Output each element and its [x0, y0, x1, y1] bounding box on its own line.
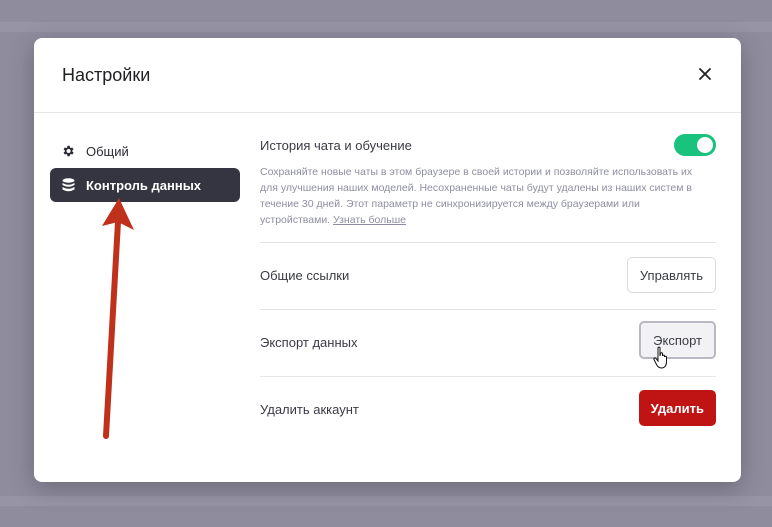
sidebar-item-label: Общий	[86, 143, 129, 159]
sidebar-item-general[interactable]: Общий	[50, 134, 240, 168]
settings-dialog: Настройки Общий Контроль данных История …	[34, 38, 741, 482]
background-text-line	[0, 22, 772, 32]
settings-sidebar: Общий Контроль данных	[50, 134, 240, 202]
export-data-row: Экспорт данных Экспорт	[260, 310, 716, 377]
dialog-header: Настройки	[34, 38, 741, 113]
sidebar-item-label: Контроль данных	[86, 177, 202, 193]
description-text: Сохраняйте новые чаты в этом браузере в …	[260, 166, 693, 226]
delete-button[interactable]: Удалить	[638, 390, 716, 426]
chat-history-label: История чата и обучение	[260, 138, 412, 153]
manage-button[interactable]: Управлять	[626, 257, 716, 293]
background-text-line	[0, 496, 772, 506]
shared-links-label: Общие ссылки	[260, 268, 350, 283]
export-button[interactable]: Экспорт	[639, 321, 716, 359]
learn-more-link[interactable]: Узнать больше	[333, 214, 406, 226]
delete-account-row: Удалить аккаунт Удалить	[260, 377, 716, 443]
database-icon	[60, 177, 76, 193]
delete-account-label: Удалить аккаунт	[260, 402, 359, 417]
sidebar-item-data-controls[interactable]: Контроль данных	[50, 168, 240, 202]
chat-history-toggle[interactable]	[674, 134, 716, 156]
hand-cursor-icon	[653, 346, 667, 369]
shared-links-row: Общие ссылки Управлять	[260, 243, 716, 310]
settings-content: История чата и обучение Сохраняйте новые…	[260, 122, 716, 443]
annotation-arrow-icon	[102, 198, 134, 439]
chat-history-description: Сохраняйте новые чаты в этом браузере в …	[260, 164, 700, 228]
dialog-title: Настройки	[62, 65, 151, 85]
export-data-label: Экспорт данных	[260, 335, 358, 350]
chat-history-row: История чата и обучение Сохраняйте новые…	[260, 122, 716, 243]
gear-icon	[60, 143, 76, 159]
close-icon[interactable]	[695, 64, 715, 84]
